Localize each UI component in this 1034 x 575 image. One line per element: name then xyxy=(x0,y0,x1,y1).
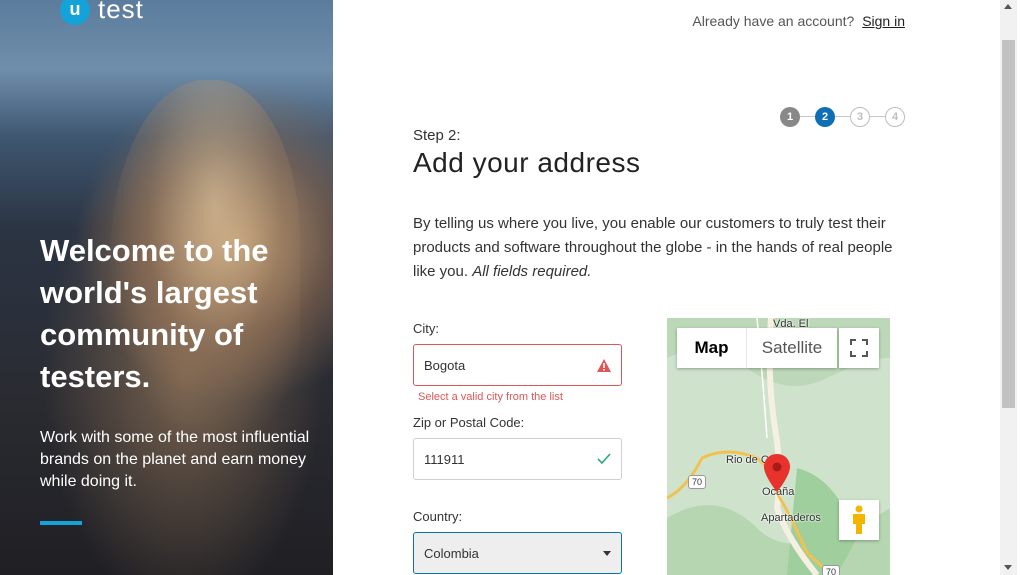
pegman-icon xyxy=(853,505,865,534)
step-1: 1 xyxy=(780,107,800,127)
step-4: 4 xyxy=(885,107,905,127)
country-value: Colombia xyxy=(424,545,479,561)
zip-input[interactable]: 111911 xyxy=(413,438,622,480)
check-icon xyxy=(597,453,611,465)
map-view-button[interactable]: Map xyxy=(677,328,747,368)
country-label: Country: xyxy=(413,509,463,524)
hero-subtitle: Work with some of the most influential b… xyxy=(40,429,310,490)
page-title: Add your address xyxy=(413,147,641,178)
logo[interactable]: u test xyxy=(60,0,144,25)
warning-icon xyxy=(597,358,611,372)
fullscreen-button[interactable] xyxy=(839,328,879,368)
street-view-button[interactable] xyxy=(839,500,879,540)
city-error: Select a valid city from the list xyxy=(418,391,563,403)
logo-mark: u xyxy=(60,0,90,25)
map-type-toggle: Map Satellite xyxy=(677,328,837,368)
intro-text: By telling us where you live, you enable… xyxy=(413,212,913,284)
city-label: City: xyxy=(413,321,439,336)
hero-panel: u test Welcome to the world's largest co… xyxy=(0,0,333,575)
signin-prompt: Already have an account? Sign in xyxy=(692,13,905,29)
map-place-4: Apartaderos xyxy=(761,512,821,524)
step-label: Step 2: xyxy=(413,127,461,144)
scroll-thumb[interactable] xyxy=(1002,40,1015,408)
signin-link[interactable]: Sign in xyxy=(862,13,905,29)
hero-accent-bar xyxy=(40,521,82,525)
satellite-view-button[interactable]: Satellite xyxy=(747,328,837,368)
location-map[interactable]: Vda. El Rio de C Ocaña Apartaderos 70 70… xyxy=(667,318,890,575)
progress-stepper: 1 2 3 4 xyxy=(780,107,905,127)
country-select[interactable]: Colombia xyxy=(413,532,622,574)
scroll-up-icon[interactable] xyxy=(1004,4,1012,9)
fullscreen-icon xyxy=(850,339,868,357)
route-shield-2: 70 xyxy=(822,565,841,575)
scroll-down-icon[interactable] xyxy=(1004,565,1012,570)
city-input[interactable]: Bogota xyxy=(413,344,622,386)
step-2: 2 xyxy=(815,107,835,127)
route-shield-1: 70 xyxy=(688,475,707,489)
hero-title: Welcome to the world's largest community… xyxy=(40,233,269,394)
stepper-line xyxy=(790,116,895,117)
page-scrollbar[interactable] xyxy=(1000,0,1017,575)
step-3: 3 xyxy=(850,107,870,127)
city-value: Bogota xyxy=(424,357,466,373)
location-pin-icon[interactable] xyxy=(764,454,790,492)
logo-text: test xyxy=(98,0,144,24)
account-prompt-text: Already have an account? xyxy=(692,13,855,29)
map-place-2: Rio de C xyxy=(726,454,769,466)
intro-emphasis: All fields required. xyxy=(472,263,592,280)
chevron-down-icon xyxy=(603,550,611,556)
zip-label: Zip or Postal Code: xyxy=(413,415,525,430)
zip-value: 111911 xyxy=(424,451,465,467)
